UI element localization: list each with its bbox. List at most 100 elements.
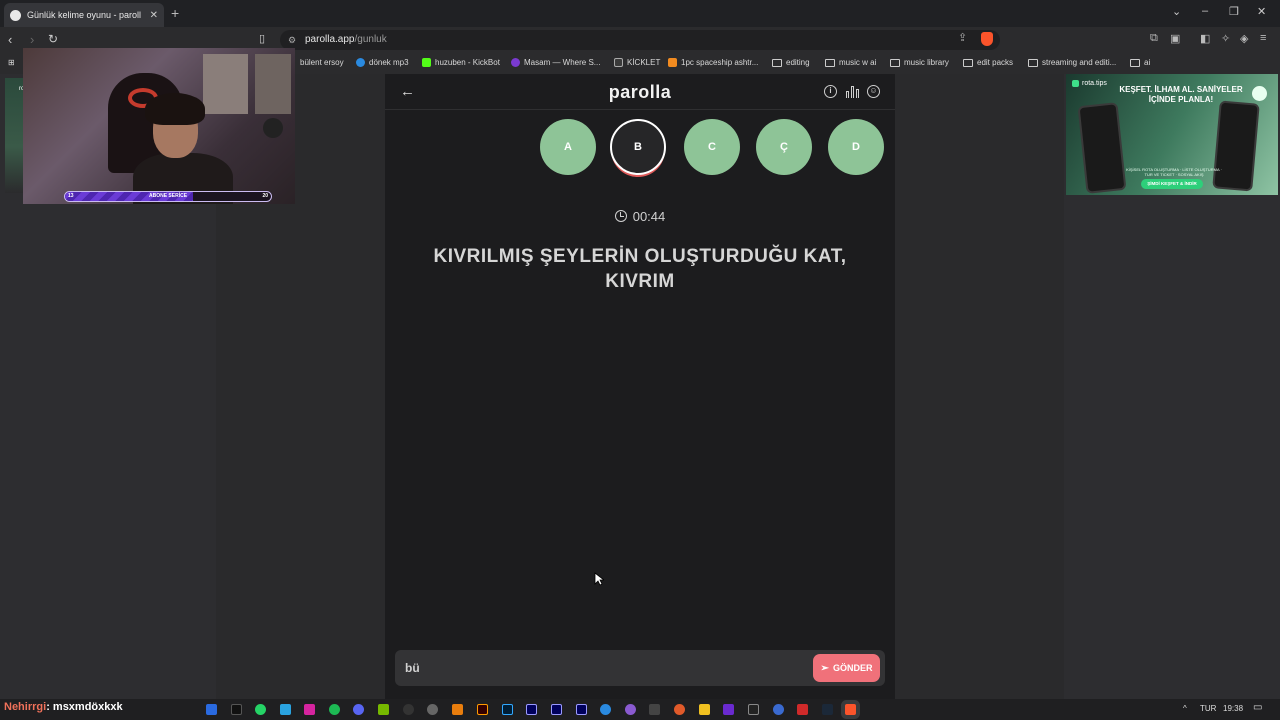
tab-close-icon[interactable]: ✕ — [150, 10, 158, 21]
taskbar-app-icon[interactable] — [649, 704, 660, 715]
blender-icon[interactable] — [452, 704, 463, 715]
tray-chevron-icon[interactable]: ^ — [1183, 704, 1187, 713]
bookmark-label: huzuben - KickBot — [435, 58, 500, 67]
sub-goal-bar: 13 ABONE SERİCE 20 — [64, 191, 272, 202]
bookmark-folder[interactable]: streaming and editi... — [1028, 58, 1116, 67]
vpn-icon[interactable]: ◈ — [1240, 32, 1248, 45]
edge-icon — [356, 58, 365, 67]
folder-icon — [772, 58, 782, 67]
notification-icon[interactable]: ▭ — [1253, 702, 1262, 713]
photoshop-icon[interactable] — [502, 704, 513, 715]
media-encoder-icon[interactable] — [526, 704, 537, 715]
rota-tips-ad[interactable]: rota.tips KEŞFET. İLHAM AL. SANİYELER İÇ… — [1066, 74, 1278, 195]
bookmark-label: ai — [1144, 58, 1151, 67]
ad-brand-label: rota.tips — [1082, 80, 1107, 87]
language-indicator[interactable]: TUR — [1200, 704, 1216, 713]
new-tab-icon[interactable]: + — [171, 5, 179, 21]
close-window-icon[interactable]: ✕ — [1257, 5, 1266, 18]
sub-goal-end: 20 — [262, 193, 268, 199]
bookmark-item[interactable]: huzuben - KickBot — [422, 58, 500, 67]
bookmark-folder[interactable]: music w ai — [825, 58, 876, 67]
folder-icon — [825, 58, 835, 67]
minimize-icon[interactable]: – — [1202, 5, 1208, 17]
bookmark-item[interactable]: KİCKLET — [614, 58, 660, 67]
site-info-icon[interactable]: ⚙ — [288, 30, 296, 50]
bookmark-label: edit packs — [977, 58, 1014, 67]
taskbar-app-icon[interactable] — [674, 704, 685, 715]
edge-icon[interactable] — [600, 704, 611, 715]
ad-subtext: KİŞİSEL ROTA OLUŞTURMA · LİSTE OLUŞTURMA… — [1126, 167, 1222, 177]
extensions-icon[interactable]: ⧉ — [1150, 32, 1158, 45]
webcam-overlay: 13 ABONE SERİCE 20 — [23, 48, 295, 204]
chat-message: : msxmdöxkxk — [46, 701, 123, 713]
premiere-icon[interactable] — [576, 704, 587, 715]
bookmark-item[interactable]: bülent ersoy — [300, 58, 344, 67]
bookmark-label: KİCKLET — [627, 58, 661, 67]
taskbar-app-icon[interactable] — [773, 704, 784, 715]
answer-input[interactable] — [405, 659, 785, 677]
taskbar-app-icon[interactable] — [280, 704, 291, 715]
apps-grid-icon[interactable]: ⊞ — [8, 58, 15, 67]
after-effects-icon[interactable] — [551, 704, 562, 715]
game-panel: ← parolla i ☺ A B C Ç D 00:44 KIVRILMIŞ … — [385, 74, 895, 699]
reload-icon[interactable]: ↻ — [48, 32, 58, 46]
discord-icon[interactable] — [353, 704, 364, 715]
tab-favicon-icon — [10, 9, 21, 21]
bookmark-folder[interactable]: music library — [890, 58, 949, 67]
answer-bar: ➢GÖNDER — [395, 650, 885, 686]
bookmark-item[interactable]: 1pc spaceship ashtr... — [668, 58, 758, 67]
url-field[interactable]: ⚙ parolla.app/gunluk — [280, 30, 1000, 50]
obs-icon[interactable] — [403, 704, 414, 715]
instagram-icon[interactable] — [304, 704, 315, 715]
browser-tab[interactable]: Günlük kelime oyunu - paroll ✕ — [4, 3, 164, 27]
taskbar-app-icon[interactable] — [427, 704, 438, 715]
bookmark-folder[interactable]: ai — [1130, 58, 1150, 67]
letter-circle-c-cedilla: Ç — [756, 119, 812, 175]
taskbar-app-icon[interactable] — [723, 704, 734, 715]
taskbar-app-icon[interactable] — [699, 704, 710, 715]
letter-circle-a: A — [540, 119, 596, 175]
nvidia-icon[interactable] — [378, 704, 389, 715]
letter-circle-b-active: B — [610, 119, 666, 175]
bookmark-folder[interactable]: editing — [772, 58, 810, 67]
microphone — [263, 118, 283, 138]
wallet-icon[interactable]: ▣ — [1170, 32, 1180, 45]
spotify-icon[interactable] — [329, 704, 340, 715]
tab-list-chevron-icon[interactable]: ⌄ — [1172, 5, 1181, 18]
bookmark-item[interactable]: dönek mp3 — [356, 58, 409, 67]
send-button[interactable]: ➢ GÖNDER — [813, 654, 880, 682]
tiktok-icon[interactable] — [231, 704, 242, 715]
menu-icon[interactable]: ≡ — [1260, 32, 1266, 44]
leo-ai-icon[interactable]: ✧ — [1221, 32, 1230, 45]
bookmark-folder[interactable]: edit packs — [963, 58, 1013, 67]
steam-icon[interactable] — [822, 704, 833, 715]
kicklet-icon — [614, 58, 623, 67]
restore-icon[interactable]: ❐ — [1229, 5, 1239, 18]
brave-taskbar-icon[interactable] — [845, 704, 856, 715]
bookmark-item[interactable]: Masam — Where S... — [511, 58, 600, 67]
taskbar-app-icon[interactable] — [625, 704, 636, 715]
bookmark-page-icon[interactable]: ▯ — [259, 32, 265, 45]
share-icon[interactable]: ⇪ — [958, 31, 967, 44]
sidebar-toggle-icon[interactable]: ◧ — [1200, 32, 1210, 45]
taskbar-app-icon[interactable] — [797, 704, 808, 715]
letter-wheel: A B C Ç D — [385, 74, 895, 194]
taskbar-app-icon[interactable] — [206, 704, 217, 715]
brave-shields-icon[interactable] — [981, 32, 993, 46]
whatsapp-icon[interactable] — [255, 704, 266, 715]
folder-icon — [963, 58, 973, 67]
masam-icon — [511, 58, 520, 67]
bookmark-label: music w ai — [839, 58, 877, 67]
send-plane-icon: ➢ — [820, 662, 829, 674]
taskbar-app-icon[interactable] — [748, 704, 759, 715]
clock[interactable]: 19:38 — [1223, 704, 1243, 713]
bookmark-label: 1pc spaceship ashtr... — [681, 58, 759, 67]
ad-cta-button[interactable]: ŞİMDİ KEŞFET & İNDİR — [1141, 179, 1203, 189]
illustrator-icon[interactable] — [477, 704, 488, 715]
forward-nav-icon[interactable]: › — [30, 32, 34, 47]
back-nav-icon[interactable]: ‹ — [8, 32, 12, 47]
tab-bar: Günlük kelime oyunu - paroll ✕ + ⌄ – ❐ ✕ — [0, 0, 1280, 27]
left-ad-thumbnail[interactable]: ro — [5, 78, 25, 193]
folder-icon — [1130, 58, 1140, 67]
os-taskbar: Nehirrgi: msxmdöxkxk ^ TUR 19:38 ▭ — [0, 699, 1280, 720]
